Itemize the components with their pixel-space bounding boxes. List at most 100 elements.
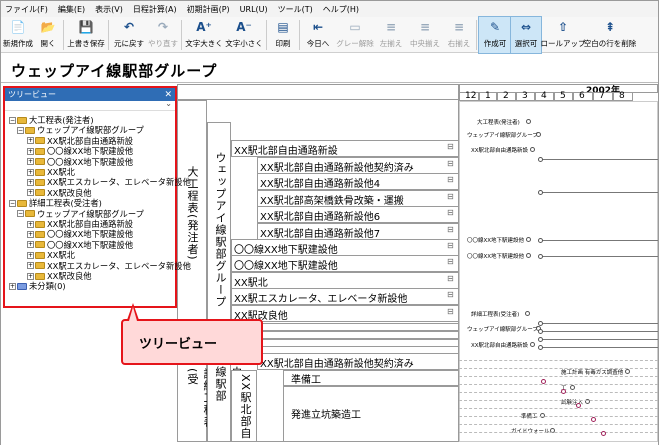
tree-node[interactable]: + 未分類(0) [9,281,66,291]
milestone-icon [526,119,531,124]
menu-item[interactable]: ヘルプ(H) [323,4,359,15]
menu-item[interactable]: 日程計算(A) [133,4,177,15]
toolbar-button-15[interactable]: ⇔ 選択可 [510,16,542,54]
menu-item[interactable]: URL(U) [240,5,268,14]
toolbar-button-17[interactable]: ⇞ 空白の行を削除 [584,17,637,53]
row-toggle-icon[interactable]: ⊟ [447,159,454,168]
row-toggle-icon[interactable]: ⊟ [447,241,454,250]
toolbar-button-11[interactable]: ≡ 左揃え [376,17,406,53]
row-toggle-icon[interactable]: ⊟ [447,142,454,151]
toolbar-button-label: ロールアップ [540,39,586,48]
timeline-label: XX駅北部自由通路新設 [471,148,529,154]
chevron-down-icon[interactable]: ⌄ [165,99,172,108]
timeline-label: 〇〇線XX地下駅建設他 [467,254,525,260]
align-right-icon: ≡ [453,20,465,34]
menu-item[interactable]: 編集(E) [58,4,85,15]
save-icon: 💾 [78,20,94,34]
milestone-icon [561,389,566,394]
close-icon[interactable]: ✕ [164,90,172,100]
expand-toggle-icon[interactable]: + [27,147,34,155]
milestone-icon [576,403,581,408]
tree-view-panel[interactable]: ツリービュー ✕ ⌄ − 大工程表(発注者) − ウェップアイ線駅部グループ + XX駅北… [3,86,191,308]
milestone-icon [601,431,606,436]
blank-row [231,323,459,331]
delete-blank-rows-icon: ⇞ [604,20,616,34]
month-label: 8 [619,91,625,101]
toolbar-button-4[interactable]: ↶ 元に戻す [111,17,147,53]
expand-toggle-icon[interactable]: + [27,168,34,176]
toolbar-button-16[interactable]: ⇧ ロールアップ [540,17,586,53]
month-label: 3 [522,91,528,101]
toolbar-button-5[interactable]: ↷ やり直す [147,17,179,53]
toolbar-button-6[interactable]: A⁺ 文字大きく [184,17,224,53]
folder-icon [35,178,45,186]
toolbar-button-7[interactable]: A⁻ 文字小さく [224,17,264,53]
menu-item[interactable]: ファイル(F) [5,4,48,15]
toolbar-button-3[interactable]: 💾 上書き保存 [66,17,106,53]
toolbar-button-1[interactable]: 📄 新規作成 [1,17,35,53]
row-toggle-icon[interactable]: ⊟ [447,208,454,217]
gridline [459,432,658,433]
toolbar-button-2[interactable]: 📂 開く [35,17,61,53]
toolbar-button-8[interactable]: ▤ 印刷 [269,17,297,53]
expand-toggle-icon[interactable]: + [27,251,34,259]
new-file-icon: 📄 [10,20,26,34]
expand-toggle-icon[interactable]: + [27,272,34,280]
expand-toggle-icon[interactable]: + [27,220,34,228]
timeline-label: 施工計画 有毒ガス調査他 [561,370,624,376]
toolbar-button-13[interactable]: ≡ 右揃え [444,17,474,53]
row-toggle-icon[interactable]: ⊟ [447,290,454,299]
expand-toggle-icon[interactable]: + [27,230,34,238]
expand-toggle-icon[interactable]: + [9,282,16,290]
menu-item[interactable]: 初期計画(P) [187,4,230,15]
unclassified-icon [17,282,27,290]
sub-label: XX駅北部自 [239,374,252,440]
folder-icon [25,126,35,134]
expand-toggle-icon[interactable]: − [17,210,24,218]
toolbar-button-12[interactable]: ≡ 中央揃え [406,17,444,53]
toolbar-button-9[interactable]: ⇤ 今日へ [302,17,334,53]
row-toggle-icon[interactable]: ⊟ [447,257,454,266]
expand-toggle-icon[interactable]: − [17,126,24,134]
redo-icon: ↷ [157,20,169,34]
month-label: 5 [560,91,566,101]
expand-toggle-icon[interactable]: + [27,241,34,249]
expand-toggle-icon[interactable]: − [9,199,16,207]
expand-toggle-icon[interactable]: + [27,178,34,186]
expand-toggle-icon[interactable]: − [9,116,16,124]
folder-icon [35,220,45,228]
expand-toggle-icon[interactable]: + [27,158,34,166]
month-label: 1 [485,91,491,101]
folder-icon [17,116,27,124]
toolbar-button-label: グレー解除 [336,39,374,48]
milestone-icon [538,157,543,162]
row-toggle-icon[interactable]: ⊟ [447,307,454,316]
expand-toggle-icon[interactable]: + [27,137,34,145]
menu-item[interactable]: ツール(T) [278,4,313,15]
row-toggle-icon[interactable]: ⊟ [447,274,454,283]
align-left-icon: ≡ [385,20,397,34]
tree-view-subbar: ⌄ [5,99,175,111]
tree-node[interactable]: + 〇〇線XX地下駅建設他 [27,157,133,167]
schedule-bar [541,159,658,160]
task-name: 〇〇線XX地下駅建設他 [234,245,338,256]
toolbar-button-14[interactable]: ✎ 作成可 [478,16,512,54]
toolbar-button-label: 文字大きく [185,39,223,48]
schedule-bar [541,347,658,348]
expand-toggle-icon[interactable]: + [27,262,34,270]
toolbar-separator [266,20,267,50]
milestone-icon [538,329,543,334]
folder-icon [17,199,27,207]
expand-toggle-icon[interactable]: + [27,189,34,197]
row-toggle-icon[interactable]: ⊟ [447,175,454,184]
row-toggle-icon[interactable]: ⊟ [447,225,454,234]
tree-node[interactable]: + 〇〇線XX地下駅建設他 [27,240,133,250]
milestone-icon [538,337,543,342]
schedule-bar [541,240,658,241]
toolbar-button-10[interactable]: ▭ グレー解除 [334,17,376,53]
milestone-icon [538,345,543,350]
timeline-label: ウェップアイ線駅部グループ [467,327,538,333]
menu-item[interactable]: 表示(V) [95,4,123,15]
folder-icon [35,262,45,270]
row-toggle-icon[interactable]: ⊟ [447,192,454,201]
